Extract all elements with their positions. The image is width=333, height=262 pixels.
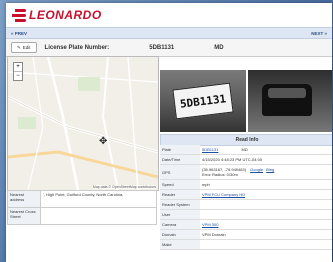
gps-key: GPS (160, 164, 200, 180)
next-link[interactable]: NEXT » (311, 31, 327, 36)
plate-photo-text: 5DB1131 (172, 82, 234, 120)
prev-link[interactable]: « PREV (11, 31, 27, 36)
google-map-link[interactable]: Google (250, 167, 263, 172)
reader-system-key: Reader System (160, 199, 200, 210)
camera-link[interactable]: VPM 300 (202, 222, 218, 227)
speed-value: mph (200, 179, 332, 190)
vehicle-photo[interactable] (248, 70, 332, 132)
plate-key: Plate (160, 145, 200, 155)
datetime-key: Date/Time (160, 154, 200, 165)
plate-link[interactable]: 5DB1131 (202, 147, 218, 152)
map-attribution: Map data © OpenStreetMap contributors (92, 185, 156, 189)
reader-system-value (200, 199, 332, 210)
camera-value-cell: VPM 300 (200, 219, 332, 230)
make-value (200, 239, 332, 250)
brand-name: LEONARDO (29, 8, 102, 22)
speed-key: Speed (160, 179, 200, 190)
domain-value: VPM Domain (200, 229, 332, 240)
app-window: LEONARDO « PREV NEXT » ✎ Edit License Pl… (6, 3, 332, 262)
camera-key: Camera (160, 219, 200, 230)
map-roads (8, 57, 158, 190)
user-value (200, 209, 332, 220)
map-zoom-control: + − (13, 62, 23, 81)
plate-photo[interactable]: 5DB1131 (160, 70, 246, 132)
address-table: Nearest address ', High Point, Guilford … (7, 190, 157, 225)
table-row: Date/Time 4/15/2020 4:48:23 PM UTC-04:00 (160, 154, 332, 165)
table-row: Camera VPM 300 (160, 219, 332, 230)
edit-label: Edit (22, 45, 31, 50)
table-row: Reader System (160, 199, 332, 210)
gps-value-cell: (35.963167, -79.949483) Google Bing Erro… (200, 164, 332, 180)
zoom-in-button[interactable]: + (14, 63, 22, 72)
cross-street-value (40, 207, 157, 225)
plate-number-value: 5DB1131 (149, 44, 175, 51)
cross-street-label: Nearest Cross Street (7, 207, 41, 225)
record-nav: « PREV NEXT » (6, 27, 332, 39)
table-row: GPS (35.963167, -79.949483) Google Bing … (160, 164, 332, 180)
domain-key: Domain (160, 229, 200, 240)
table-row: Speed mph (160, 179, 332, 190)
table-row: User (160, 209, 332, 220)
read-info-table: Plate 5DB1131 MD Date/Time 4/15/2020 4:4… (160, 145, 332, 250)
table-row: Make (160, 239, 332, 250)
table-row: Nearest address ', High Point, Guilford … (7, 190, 157, 208)
nearest-address-label: Nearest address (7, 190, 41, 208)
vehicle-window (268, 88, 306, 98)
datetime-value: 4/15/2020 4:48:23 PM UTC-04:00 (200, 154, 332, 165)
reader-key: Reader (160, 189, 200, 200)
zoom-out-button[interactable]: − (14, 72, 22, 80)
table-row: Plate 5DB1131 MD (160, 145, 332, 155)
make-key: Make (160, 239, 200, 250)
plate-value-cell: 5DB1131 MD (200, 145, 332, 155)
table-row: Domain VPM Domain (160, 229, 332, 240)
nearest-address-value: ', High Point, Guilford County, North Ca… (40, 190, 157, 208)
plate-number-label: License Plate Number: (44, 44, 110, 51)
edit-button[interactable]: ✎ Edit (11, 42, 37, 53)
reader-value-cell: VPM FCU Company HD (200, 189, 332, 200)
record-header: ✎ Edit License Plate Number: 5DB1131 MD (6, 39, 332, 57)
bing-map-link[interactable]: Bing (266, 167, 274, 172)
table-row: Reader VPM FCU Company HD (160, 189, 332, 200)
gps-error-radius: Error Radius: 0/30m (202, 172, 238, 177)
user-key: User (160, 209, 200, 220)
pencil-icon: ✎ (17, 44, 21, 50)
reader-link[interactable]: VPM FCU Company HD (202, 192, 245, 197)
location-map[interactable]: + − ✥ Map data © OpenStreetMap contribut… (7, 56, 159, 191)
record-content: + − ✥ Map data © OpenStreetMap contribut… (6, 56, 332, 262)
plate-state-cell: MD (241, 147, 248, 152)
brand-bar: LEONARDO (6, 3, 332, 27)
location-marker-icon[interactable]: ✥ (99, 137, 107, 147)
plate-state-value: MD (214, 44, 224, 51)
photo-panel: 5DB1131 (160, 70, 332, 132)
leonardo-logo-icon (12, 8, 26, 22)
table-row: Nearest Cross Street (7, 207, 157, 225)
